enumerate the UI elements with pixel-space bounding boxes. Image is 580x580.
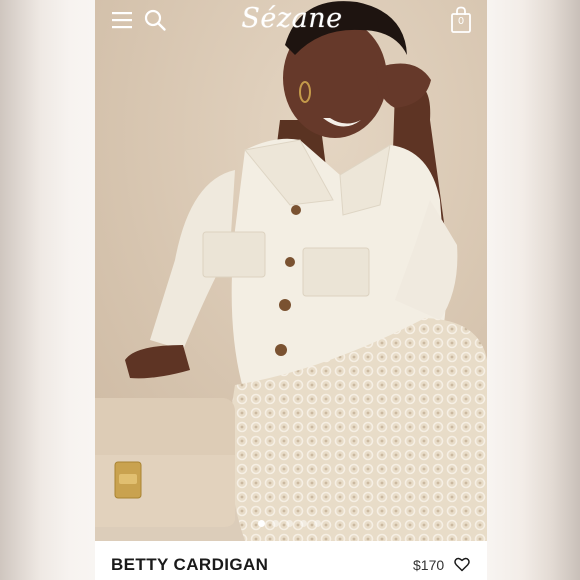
carousel-dot[interactable] bbox=[258, 520, 265, 527]
search-icon[interactable] bbox=[143, 8, 167, 32]
carousel-dot[interactable] bbox=[314, 520, 321, 527]
carousel-pagination bbox=[258, 520, 321, 528]
carousel-dot[interactable] bbox=[286, 520, 293, 527]
product-price: $170 bbox=[413, 557, 445, 573]
product-photo bbox=[95, 0, 487, 541]
bag-count-badge: 0 bbox=[457, 16, 465, 27]
product-image-carousel[interactable]: Sézane 0 bbox=[95, 0, 487, 541]
carousel-dot[interactable] bbox=[272, 520, 279, 527]
product-name: BETTY CARDIGAN bbox=[111, 555, 269, 574]
heart-icon[interactable] bbox=[454, 557, 470, 572]
brand-logo[interactable]: Sézane bbox=[237, 2, 347, 36]
shopping-bag-icon[interactable]: 0 bbox=[449, 6, 473, 34]
carousel-dot[interactable] bbox=[300, 520, 307, 527]
product-info-bar: BETTY CARDIGAN $170 bbox=[95, 541, 487, 580]
app-screen: Sézane 0 BETTY CARDIGAN $170 bbox=[95, 0, 487, 580]
top-navigation-bar: Sézane 0 bbox=[95, 0, 487, 42]
menu-icon[interactable] bbox=[110, 8, 134, 32]
